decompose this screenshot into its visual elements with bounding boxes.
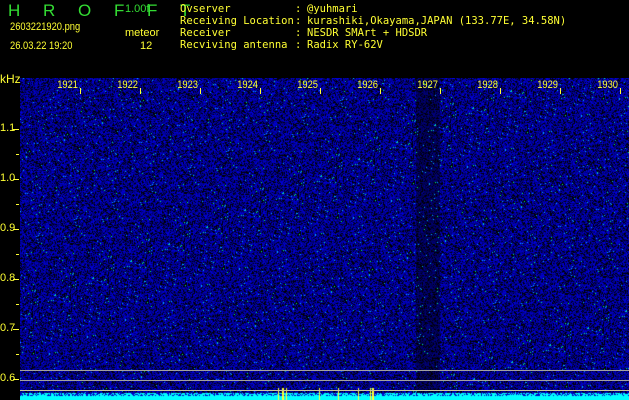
time-tick xyxy=(440,88,441,94)
time-label: 1921 xyxy=(57,79,78,91)
meteor-label: meteor xyxy=(125,27,160,39)
spectrogram xyxy=(20,78,629,400)
info-value: kurashiki,Okayama,JAPAN (133.77E, 34.58N… xyxy=(307,15,567,27)
time-tick xyxy=(620,88,621,94)
hrofft-window: H R O F F T 1.00f 2603221920.png 26.03.2… xyxy=(0,0,629,400)
reference-line xyxy=(20,370,629,371)
y-tick xyxy=(13,279,19,280)
time-tick xyxy=(500,88,501,94)
time-label: 1926 xyxy=(357,79,378,91)
y-minor-tick xyxy=(16,354,19,355)
y-tick xyxy=(13,379,19,380)
version: 1.00f xyxy=(125,3,150,15)
info-label: Ovserver xyxy=(180,3,231,15)
time-label: 1930 xyxy=(597,79,618,91)
filename: 2603221920.png xyxy=(10,21,81,33)
y-tick-label: 1.1 xyxy=(0,122,16,134)
datetime: 26.03.22 19:20 xyxy=(10,40,73,52)
time-tick xyxy=(80,88,81,94)
reference-line xyxy=(20,380,629,381)
time-label: 1923 xyxy=(177,79,198,91)
time-tick xyxy=(320,88,321,94)
reference-line xyxy=(20,390,629,391)
y-tick xyxy=(13,229,19,230)
time-label: 1927 xyxy=(417,79,438,91)
time-label: 1925 xyxy=(297,79,318,91)
info-value: NESDR SMArt + HDSDR xyxy=(307,27,428,39)
time-label: 1928 xyxy=(477,79,498,91)
app-title: H R O F F T xyxy=(8,1,200,20)
y-tick-label: 0.7 xyxy=(0,322,16,334)
time-tick xyxy=(380,88,381,94)
y-tick-label: 0.9 xyxy=(0,222,16,234)
y-minor-tick xyxy=(16,154,19,155)
y-tick xyxy=(13,129,19,130)
time-tick xyxy=(560,88,561,94)
y-minor-tick xyxy=(16,254,19,255)
unit-label: kHz xyxy=(0,72,21,86)
y-tick-label: 0.8 xyxy=(0,272,16,284)
info-colon: : xyxy=(295,15,302,27)
time-label: 1924 xyxy=(237,79,258,91)
info-label: Receiver xyxy=(180,27,231,39)
info-colon: : xyxy=(295,27,302,39)
time-label: 1929 xyxy=(537,79,558,91)
y-tick-label: 0.6 xyxy=(0,372,16,384)
info-colon: : xyxy=(295,3,302,15)
info-colon: : xyxy=(295,39,302,51)
y-minor-tick xyxy=(16,204,19,205)
info-label: Recviving antenna xyxy=(180,39,288,51)
info-label: Receiving Location xyxy=(180,15,294,27)
y-minor-tick xyxy=(16,304,19,305)
y-tick xyxy=(13,329,19,330)
time-tick xyxy=(140,88,141,94)
time-tick xyxy=(260,88,261,94)
y-tick xyxy=(13,179,19,180)
time-label: 1922 xyxy=(117,79,138,91)
info-value: Radix RY-62V xyxy=(307,39,383,51)
time-tick xyxy=(200,88,201,94)
y-tick-label: 1.0 xyxy=(0,172,16,184)
meteor-count: 12 xyxy=(140,40,153,52)
info-value: @yuhmari xyxy=(307,3,358,15)
